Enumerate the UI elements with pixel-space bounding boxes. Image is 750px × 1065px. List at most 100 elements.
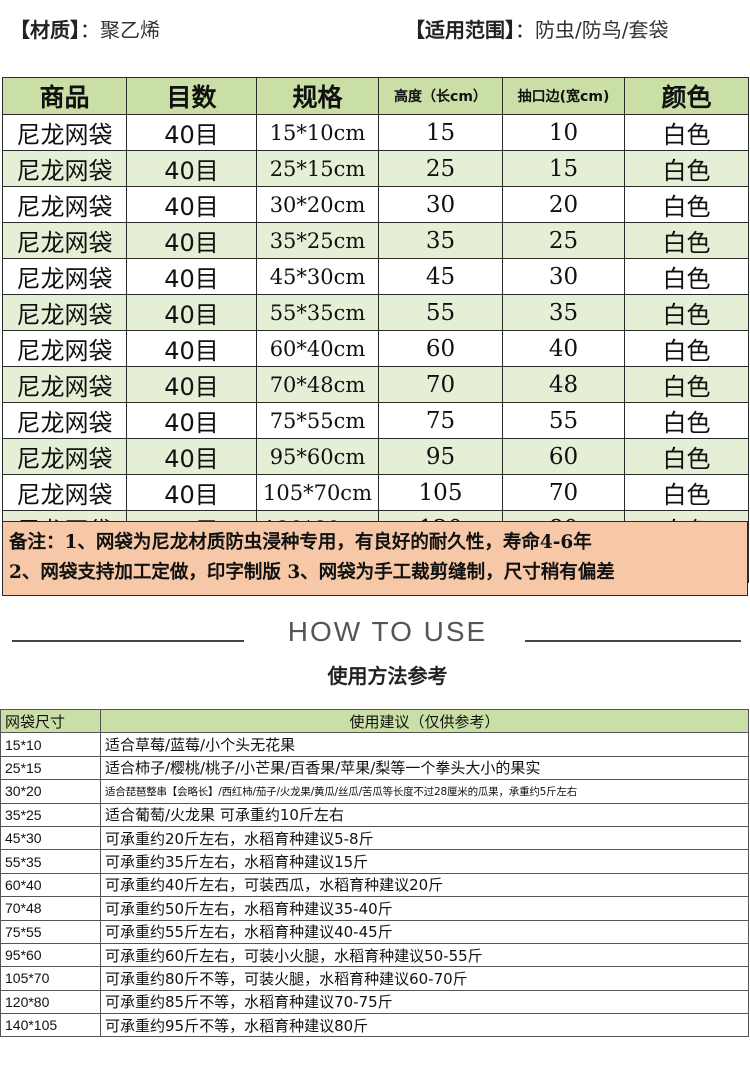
cell-spec: 25*15cm (256, 150, 379, 187)
table-row: 尼龙网袋 40目 30*20cm 30 20 白色 (2, 186, 749, 223)
cell-mesh: 40目 (126, 402, 257, 439)
usage-info: 【适用范围】：防虫/防鸟/套袋 (405, 14, 668, 43)
cell-bag-size: 75*55 (0, 919, 101, 944)
cell-mesh: 40目 (126, 294, 257, 331)
cell-product: 尼龙网袋 (2, 186, 127, 223)
cell-color: 白色 (624, 258, 749, 295)
cell-width: 30 (502, 258, 625, 295)
cell-advice: 可承重约95斤不等，水稻育种建议80斤 (100, 1013, 749, 1038)
cell-spec: 35*25cm (256, 222, 379, 259)
cell-height: 70 (378, 366, 503, 403)
usage-label: 【适用范围】 (405, 18, 515, 42)
usage-value: 防虫/防鸟/套袋 (535, 18, 669, 42)
cell-mesh: 40目 (126, 114, 257, 151)
cell-height: 60 (378, 330, 503, 367)
cell-spec: 55*35cm (256, 294, 379, 331)
table-row: 75*55 可承重约55斤左右，水稻育种建议40-45斤 (0, 919, 749, 944)
material-info: 【材质】：聚乙烯 (10, 14, 160, 43)
cell-color: 白色 (624, 330, 749, 367)
cell-bag-size: 45*30 (0, 825, 101, 851)
cell-color: 白色 (624, 186, 749, 223)
table-row: 尼龙网袋 40目 45*30cm 45 30 白色 (2, 258, 749, 295)
table-row: 95*60 可承重约60斤左右，可装小火腿，水稻育种建议50-55斤 (0, 942, 749, 968)
table-row: 45*30 可承重约20斤左右，水稻育种建议5-8斤 (0, 825, 749, 851)
cell-color: 白色 (624, 438, 749, 475)
cell-advice: 适合琵琶整串【会略长】/西红柿/茄子/火龙果/黄瓜/丝瓜/苦瓜等长度不过28厘米… (100, 779, 749, 804)
cell-width: 60 (502, 438, 625, 475)
note-line-1: 备注：1、网袋为尼龙材质防虫浸种专用，有良好的耐久性，寿命4-6年 (9, 532, 592, 553)
note-line-2: 2、网袋支持加工定做，印字制版 3、网袋为手工裁剪缝制，尺寸稍有偏差 (9, 562, 615, 583)
note-box: 备注：1、网袋为尼龙材质防虫浸种专用，有良好的耐久性，寿命4-6年 2、网袋支持… (2, 521, 748, 596)
cell-advice: 适合葡萄/火龙果 可承重约10斤左右 (100, 802, 749, 827)
cell-bag-size: 105*70 (0, 966, 101, 991)
cell-product: 尼龙网袋 (2, 150, 127, 187)
table-row: 70*48 可承重约50斤左右，水稻育种建议35-40斤 (0, 896, 749, 921)
cell-height: 45 (378, 258, 503, 295)
cell-width: 25 (502, 222, 625, 259)
product-attributes: 【材质】：聚乙烯 【适用范围】：防虫/防鸟/套袋 (0, 0, 750, 62)
spec-col-mesh: 目数 (126, 77, 257, 115)
cell-width: 70 (502, 474, 625, 511)
how-to-use-heading: HOW TO USE 使用方法参考 (0, 612, 750, 692)
cell-mesh: 40目 (126, 186, 257, 223)
cell-bag-size: 60*40 (0, 872, 101, 898)
cell-advice: 适合柿子/樱桃/桃子/小芒果/百香果/苹果/梨等一个拳头大小的果实 (100, 755, 749, 781)
usage-col-advice: 使用建议（仅供参考） (100, 708, 749, 734)
cell-spec: 70*48cm (256, 366, 379, 403)
spec-col-width: 抽口边(宽cm) (502, 77, 625, 115)
cell-product: 尼龙网袋 (2, 114, 127, 151)
cell-product: 尼龙网袋 (2, 474, 127, 511)
cell-spec: 30*20cm (256, 186, 379, 223)
table-row: 60*40 可承重约40斤左右，可装西瓜，水稻育种建议20斤 (0, 872, 749, 898)
table-row: 120*80 可承重约85斤不等，水稻育种建议70-75斤 (0, 989, 749, 1015)
cell-advice: 适合草莓/蓝莓/小个头无花果 (100, 732, 749, 757)
cell-spec: 95*60cm (256, 438, 379, 475)
cell-height: 75 (378, 402, 503, 439)
cell-mesh: 40目 (126, 438, 257, 475)
cell-product: 尼龙网袋 (2, 330, 127, 367)
cell-height: 30 (378, 186, 503, 223)
cell-width: 10 (502, 114, 625, 151)
table-row: 30*20 适合琵琶整串【会略长】/西红柿/茄子/火龙果/黄瓜/丝瓜/苦瓜等长度不… (0, 779, 749, 804)
usage-table-body: 15*10 适合草莓/蓝莓/小个头无花果 25*15 适合柿子/樱桃/桃子/小芒果/百… (0, 732, 749, 1038)
cell-color: 白色 (624, 114, 749, 151)
cell-product: 尼龙网袋 (2, 258, 127, 295)
cell-bag-size: 70*48 (0, 896, 101, 921)
cell-product: 尼龙网袋 (2, 402, 127, 439)
material-label: 【材质】 (10, 18, 80, 42)
how-to-use-subtitle: 使用方法参考 (327, 664, 448, 688)
cell-color: 白色 (624, 150, 749, 187)
usage-table-header: 网袋尺寸 使用建议（仅供参考） (0, 708, 749, 734)
cell-advice: 可承重约50斤左右，水稻育种建议35-40斤 (100, 896, 749, 921)
table-row: 140*105 可承重约95斤不等，水稻育种建议80斤 (0, 1013, 749, 1038)
cell-height: 25 (378, 150, 503, 187)
cell-height: 35 (378, 222, 503, 259)
cell-height: 15 (378, 114, 503, 151)
table-row: 尼龙网袋 40目 95*60cm 95 60 白色 (2, 438, 749, 475)
spec-table-header: 商品 目数 规格 高度（长cm） 抽口边(宽cm) 颜色 (2, 77, 749, 115)
table-row: 15*10 适合草莓/蓝莓/小个头无花果 (0, 732, 749, 757)
usage-table: 网袋尺寸 使用建议（仅供参考） 15*10 适合草莓/蓝莓/小个头无花果 25*15… (0, 708, 749, 1038)
table-row: 尼龙网袋 40目 70*48cm 70 48 白色 (2, 366, 749, 403)
cell-spec: 15*10cm (256, 114, 379, 151)
cell-mesh: 40目 (126, 330, 257, 367)
usage-separator: ： (515, 18, 535, 42)
cell-bag-size: 120*80 (0, 989, 101, 1015)
spec-table-body: 尼龙网袋 40目 15*10cm 15 10 白色 尼龙网袋 40目 25*15cm 25 15 白色… (2, 114, 749, 583)
cell-advice: 可承重约60斤左右，可装小火腿，水稻育种建议50-55斤 (100, 942, 749, 968)
cell-mesh: 40目 (126, 222, 257, 259)
table-row: 尼龙网袋 40目 35*25cm 35 25 白色 (2, 222, 749, 259)
cell-bag-size: 30*20 (0, 779, 101, 804)
cell-width: 15 (502, 150, 625, 187)
cell-width: 40 (502, 330, 625, 367)
cell-advice: 可承重约35斤左右，水稻育种建议15斤 (100, 849, 749, 874)
table-row: 105*70 可承重约80斤不等，可装火腿，水稻育种建议60-70斤 (0, 966, 749, 991)
cell-bag-size: 35*25 (0, 802, 101, 827)
cell-color: 白色 (624, 402, 749, 439)
spec-col-color: 颜色 (624, 77, 749, 115)
spec-col-spec: 规格 (256, 77, 379, 115)
cell-advice: 可承重约40斤左右，可装西瓜，水稻育种建议20斤 (100, 872, 749, 898)
cell-advice: 可承重约20斤左右，水稻育种建议5-8斤 (100, 825, 749, 851)
cell-advice: 可承重约85斤不等，水稻育种建议70-75斤 (100, 989, 749, 1015)
cell-height: 105 (378, 474, 503, 511)
